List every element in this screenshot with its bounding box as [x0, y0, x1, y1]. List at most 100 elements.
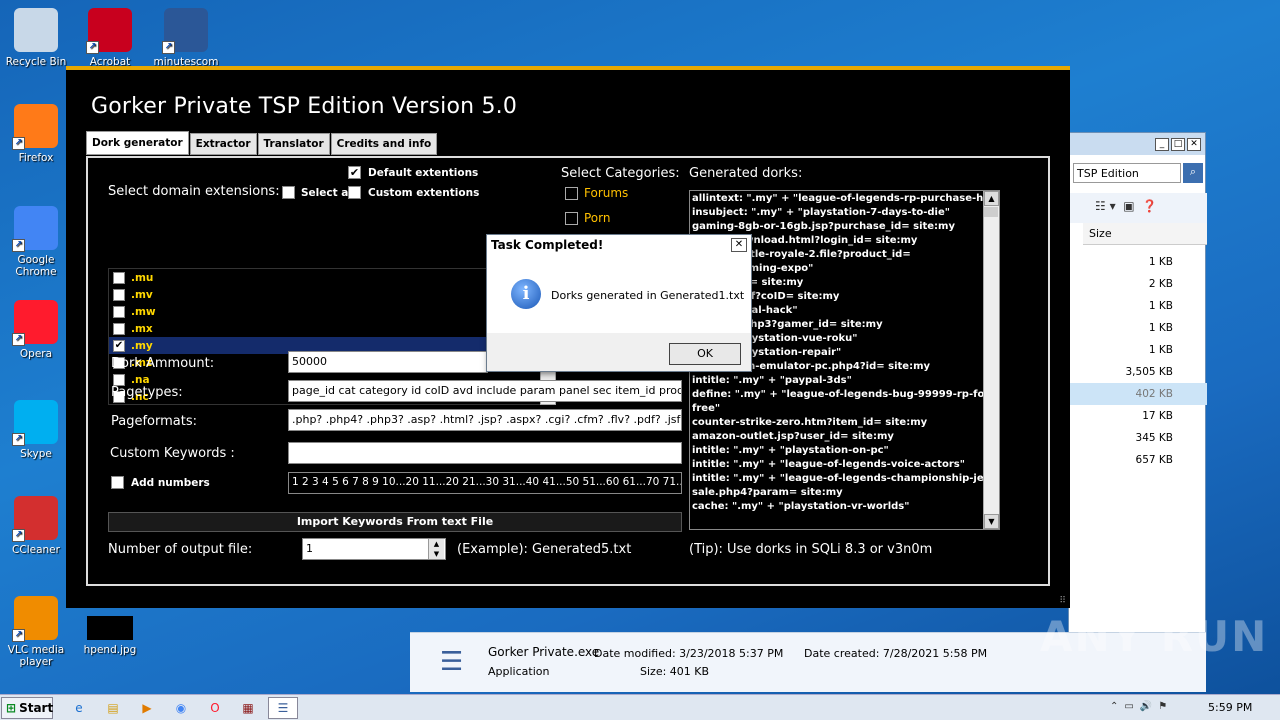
details-size: Size: 401 KB	[640, 665, 710, 678]
explorer-titlebar: _ □ ✕	[1069, 133, 1205, 155]
select-categories-label: Select Categories:	[561, 166, 680, 181]
desktop-icon-label: Google Chrome	[15, 254, 57, 278]
chrome-taskbar-icon[interactable]: ◉	[168, 697, 194, 719]
watermark: ANY RUN	[1040, 612, 1269, 661]
file-size-cell[interactable]: 3,505 KB	[1069, 361, 1207, 383]
desktop-icon[interactable]: ↗ Acrobat	[74, 8, 146, 68]
shortcut-arrow-icon: ↗	[12, 629, 25, 642]
category-checkbox[interactable]	[565, 187, 578, 200]
skype-icon: ↗	[12, 400, 58, 446]
file-size-cell[interactable]: 2 KB	[1069, 273, 1207, 295]
domain-list-item[interactable]: .mx	[109, 320, 543, 337]
numbers-input[interactable]: 1 2 3 4 5 6 7 8 9 10...20 11...20 21...3…	[288, 472, 682, 494]
file-size-cell[interactable]: 17 KB	[1069, 405, 1207, 427]
custom-keywords-input[interactable]	[288, 442, 682, 464]
ie-taskbar-icon[interactable]: e	[66, 697, 92, 719]
custom-ext-checkbox[interactable]	[348, 186, 361, 199]
file-size-cell[interactable]: 345 KB	[1069, 427, 1207, 449]
output-file-spinner[interactable]: 1	[302, 538, 446, 560]
desktop-icon[interactable]: ↗ minutescom	[150, 8, 222, 68]
category-checkbox[interactable]	[565, 212, 578, 225]
domain-label: .my	[131, 339, 153, 352]
desktop-icon[interactable]: ↗ Firefox	[0, 104, 72, 164]
file-size-cell[interactable]: 1 KB	[1069, 295, 1207, 317]
domain-list-item[interactable]: .mu	[109, 269, 543, 286]
details-type: Application	[488, 665, 550, 678]
domain-checkbox[interactable]	[113, 271, 125, 284]
dork-line: insubject: ".my" + "playstation-7-days-t…	[692, 207, 950, 218]
domain-checkbox[interactable]: ✔	[113, 339, 125, 352]
tray-icons[interactable]: ⌃▭🔊⚑	[1110, 701, 1173, 712]
gorker-taskbar-button[interactable]: ☰	[268, 697, 298, 719]
dork-line: gaming-8gb-or-16gb.jsp?purchase_id= site…	[692, 221, 955, 232]
scroll-down-icon[interactable]: ▼	[984, 514, 999, 529]
explorer-taskbar-icon[interactable]: ▤	[100, 697, 126, 719]
explorer-window: _ □ ✕ TSP Edition ⌕ ☷ ▾ ▣ ❓ Size 1 KB 2 K…	[1068, 132, 1207, 692]
ccleaner-icon: ↗	[12, 496, 58, 542]
tab-translator[interactable]: Translator	[257, 133, 330, 155]
opera-taskbar-icon[interactable]: O	[202, 697, 228, 719]
tab-credits-and-info[interactable]: Credits and info	[330, 133, 438, 155]
default-ext-checkbox[interactable]: ✔	[348, 166, 361, 179]
output-file-label: Number of output file:	[108, 542, 253, 557]
media-taskbar-icon[interactable]: ▶	[134, 697, 160, 719]
generated-dorks-label: Generated dorks:	[689, 166, 803, 181]
example-text: (Example): Generated5.txt	[457, 542, 632, 557]
search-icon[interactable]: ⌕	[1183, 163, 1203, 183]
maximize-button[interactable]: □	[1171, 137, 1185, 151]
close-button[interactable]: ✕	[1187, 137, 1201, 151]
resize-grip-icon[interactable]: ⠿	[1059, 596, 1066, 606]
scroll-up-icon[interactable]: ▲	[984, 191, 999, 206]
desktop-icon[interactable]: ↗ VLC media player	[0, 596, 72, 668]
file-size-cell[interactable]: 657 KB	[1069, 449, 1207, 471]
shortcut-arrow-icon: ↗	[86, 41, 99, 54]
desktop-icon[interactable]: hpend.jpg	[74, 616, 146, 656]
ok-button[interactable]: OK	[669, 343, 741, 365]
dork-line: cache: ".my" + "playstation-vr-worlds"	[692, 501, 910, 512]
winrar-taskbar-icon[interactable]: ▦	[234, 697, 262, 719]
desktop-icon[interactable]: Recycle Bin	[0, 8, 72, 68]
size-column-header[interactable]: Size	[1083, 223, 1207, 245]
dork-line: intitle: ".my" + "paypal-3ds"	[692, 375, 852, 386]
tab-bar: Dork generator Extractor Translator Credits…	[86, 131, 438, 155]
shortcut-arrow-icon: ↗	[12, 333, 25, 346]
help-icon[interactable]: ❓	[1142, 199, 1157, 213]
domain-list-item[interactable]: .mw	[109, 303, 543, 320]
file-size-cell[interactable]: 1 KB	[1069, 317, 1207, 339]
file-size-cell[interactable]: 402 KB	[1069, 383, 1207, 405]
domain-checkbox[interactable]	[113, 288, 125, 301]
add-numbers-checkbox[interactable]	[111, 476, 124, 489]
domain-checkbox[interactable]	[113, 373, 125, 386]
dorks-scrollbar[interactable]: ▲ ▼	[983, 191, 999, 529]
pageformats-label: Pageformats:	[111, 414, 197, 429]
tip-text: (Tip): Use dorks in SQLi 8.3 or v3n0m	[689, 542, 933, 557]
pagetypes-input[interactable]: page_id cat category id coID avd include…	[288, 380, 682, 402]
tab-extractor[interactable]: Extractor	[189, 133, 257, 155]
desktop-icon[interactable]: ↗ Opera	[0, 300, 72, 360]
pageformats-input[interactable]: .php? .php4? .php3? .asp? .html? .jsp? .…	[288, 409, 682, 431]
dialog-titlebar: Task Completed! ✕	[487, 235, 751, 255]
dork-amount-input[interactable]: 50000	[288, 351, 488, 373]
domain-checkbox[interactable]	[113, 305, 125, 318]
file-size-cell[interactable]: 1 KB	[1069, 339, 1207, 361]
select-all-checkbox[interactable]	[282, 186, 295, 199]
domain-label: .mw	[131, 305, 156, 318]
desktop-icon[interactable]: ↗ Google Chrome	[0, 206, 72, 278]
desktop-icon[interactable]: ↗ Skype	[0, 400, 72, 460]
domain-checkbox[interactable]	[113, 322, 125, 335]
scroll-thumb[interactable]	[984, 207, 998, 217]
start-button[interactable]: ⊞ Start	[1, 697, 53, 719]
desktop-icon[interactable]: ↗ CCleaner	[0, 496, 72, 556]
dialog-close-button[interactable]: ✕	[731, 238, 747, 252]
minimize-button[interactable]: _	[1155, 137, 1169, 151]
file-size-cell[interactable]: 1 KB	[1069, 251, 1207, 273]
import-keywords-button[interactable]: Import Keywords From text File	[108, 512, 682, 532]
clock[interactable]: 5:59 PM	[1208, 701, 1252, 714]
tab-dork-generator[interactable]: Dork generator	[86, 131, 189, 155]
desktop-icon-label: Firefox	[18, 152, 54, 164]
search-input[interactable]: TSP Edition	[1073, 163, 1181, 183]
start-label: Start	[19, 701, 54, 715]
domain-list-item[interactable]: .mv	[109, 286, 543, 303]
spinner-arrows-icon[interactable]: ▲ ▼	[428, 539, 444, 559]
desktop-icon-label: Skype	[20, 448, 52, 460]
